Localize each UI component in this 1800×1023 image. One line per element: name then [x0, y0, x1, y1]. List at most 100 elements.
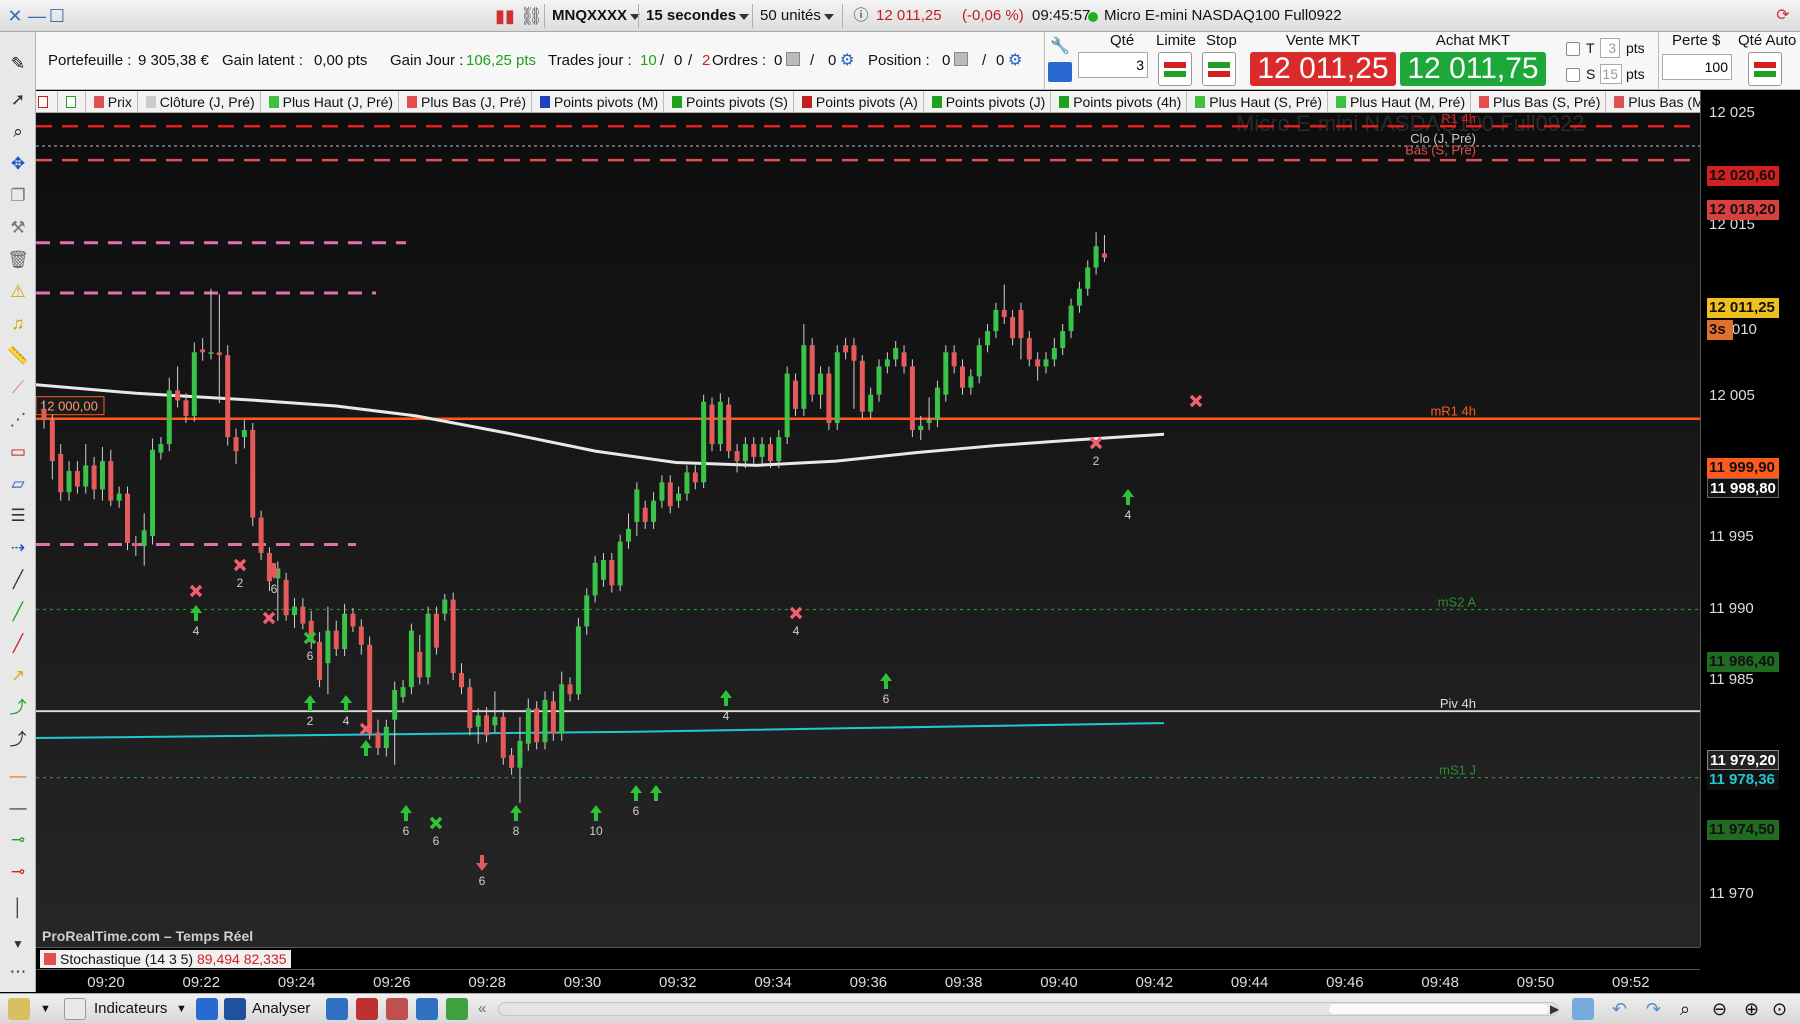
position-settings-icon[interactable]: ⚙ [1008, 50, 1022, 70]
stop-checkbox[interactable] [1566, 68, 1580, 82]
windows-icon[interactable] [416, 998, 438, 1020]
zoom-icon[interactable]: ⌕ [6, 120, 30, 144]
orange-arrow-icon[interactable]: ↗ [6, 664, 30, 688]
legend-item[interactable]: Plus Bas (M, [1610, 91, 1704, 112]
qty-input[interactable] [1078, 52, 1148, 78]
points-icon[interactable]: ⋰ [6, 408, 30, 432]
scroll-right-icon[interactable]: ▶ [1550, 998, 1559, 1020]
info-icon[interactable]: ⓘ [850, 5, 872, 27]
stochastic-panel[interactable]: Stochastique (14 3 5) 89,494 82,335 [36, 947, 1700, 969]
scroll-down-icon[interactable]: ▼ [6, 932, 30, 956]
legend-item[interactable]: Points pivots (A) [798, 91, 924, 112]
pen-menu-icon[interactable] [8, 998, 30, 1020]
chart-style-icon[interactable]: ▮▮ [494, 5, 516, 27]
arrows-icon[interactable]: ⇢ [6, 536, 30, 560]
analyze-button[interactable]: Analyser [252, 998, 310, 1020]
copy-icon[interactable]: ❐ [6, 184, 30, 208]
hline-icon[interactable]: — [6, 796, 30, 820]
table-icon[interactable] [386, 998, 408, 1020]
price-chart[interactable]: Micro E-mini NASDAQ100 Full0922 R1 4hClo… [36, 113, 1700, 947]
buy-market-button[interactable]: 12 011,75 [1400, 52, 1546, 86]
hline-orange-icon[interactable]: — [6, 764, 30, 788]
symbol-select[interactable]: MNQXXXX [546, 4, 645, 28]
refresh-icon[interactable]: ⟳ [1772, 5, 1794, 27]
legend-expand[interactable] [62, 91, 86, 112]
indicators-icon[interactable] [64, 998, 86, 1020]
legend-item[interactable]: Points pivots (S) [668, 91, 794, 112]
channel-icon[interactable]: ▱ [6, 472, 30, 496]
legend-item[interactable]: Points pivots (4h) [1055, 91, 1188, 112]
target-checkbox[interactable] [1566, 42, 1580, 56]
close-icon[interactable]: ✕ [4, 5, 26, 27]
green-hray-icon[interactable]: ⊸ [6, 828, 30, 852]
pencil-icon[interactable]: ✎ [6, 52, 30, 76]
time-axis[interactable]: 09:20 09:22 09:24 09:26 09:28 09:30 09:32 09:34… [36, 969, 1700, 993]
legend-collapse[interactable] [36, 91, 58, 112]
ruler-icon[interactable]: 📏 [6, 344, 30, 368]
share-icon[interactable] [196, 998, 218, 1020]
alert-icon[interactable]: ⚠ [6, 280, 30, 304]
red-hray-icon[interactable]: ⊸ [6, 860, 30, 884]
legend-item[interactable]: Clôture (J, Pré) [142, 91, 261, 112]
legend-item[interactable]: Plus Haut (S, Pré) [1191, 91, 1329, 112]
green-ray-icon[interactable]: ⤴ [6, 696, 30, 720]
orders-settings-icon[interactable]: ⚙ [840, 50, 854, 70]
green-line-icon[interactable]: ╱ [6, 600, 30, 624]
trash-icon[interactable]: 🗑 [6, 248, 30, 272]
stop-input[interactable] [1600, 64, 1622, 84]
auto-qty-button[interactable] [1748, 52, 1782, 86]
target-input[interactable] [1600, 38, 1620, 58]
bell-icon[interactable]: ♫ [6, 312, 30, 336]
red-line-icon[interactable]: ╱ [6, 632, 30, 656]
loss-input[interactable] [1662, 54, 1732, 80]
legend-item[interactable]: Plus Haut (M, Pré) [1332, 91, 1472, 112]
cancel-orders-icon[interactable] [786, 52, 800, 66]
zoom-fit-icon[interactable]: ⌕ [1680, 998, 1690, 1020]
undo-icon[interactable]: ↶ [1612, 998, 1627, 1020]
horizontal-scrollbar[interactable] [498, 1002, 1558, 1016]
limit-order-button[interactable] [1158, 52, 1192, 86]
scroll-thumb[interactable] [1329, 1004, 1549, 1014]
units-select[interactable]: 50 unités [754, 4, 839, 28]
close-position-icon[interactable] [954, 52, 968, 66]
price-axis[interactable]: 12 025 12 015 12 010 12 005 11 995 11 99… [1700, 91, 1800, 947]
legend-item[interactable]: Points pivots (J) [928, 91, 1052, 112]
legend-item[interactable]: Prix [90, 91, 138, 112]
zoom-in-icon[interactable]: ⊕ [1744, 998, 1759, 1020]
timeframe-select[interactable]: 15 secondes [640, 4, 754, 28]
line-icon[interactable]: ╱ [6, 568, 30, 592]
keyboard-icon[interactable] [1048, 62, 1072, 82]
text-icon[interactable]: ☰ [6, 504, 30, 528]
chevron-down-icon[interactable]: ▼ [176, 998, 187, 1020]
sync-icon[interactable] [1572, 998, 1594, 1020]
zoom-out-icon[interactable]: ⊖ [1712, 998, 1727, 1020]
ray-icon[interactable]: ⤴ [6, 728, 30, 752]
fib-icon[interactable]: ⟋ [6, 376, 30, 400]
analyze-icon[interactable] [224, 998, 246, 1020]
indicators-button[interactable]: Indicateurs [94, 998, 167, 1020]
scroll-left-icon[interactable]: « [478, 998, 486, 1020]
stochastic-label[interactable]: Stochastique (14 3 5) 89,494 82,335 [40, 950, 291, 968]
more-icon[interactable]: ⋯ [6, 960, 30, 984]
chevron-down-icon[interactable]: ▼ [40, 998, 51, 1020]
redo-icon[interactable]: ↷ [1646, 998, 1661, 1020]
cursor-icon[interactable]: ➚ [6, 88, 30, 112]
legend-item[interactable]: Points pivots (M) [536, 91, 665, 112]
sell-market-button[interactable]: 12 011,25 [1250, 52, 1396, 86]
vline-icon[interactable]: │ [6, 896, 30, 920]
link-icon[interactable]: ⛓ [520, 5, 543, 27]
tools-icon[interactable]: ⚒ [6, 216, 30, 240]
list-icon[interactable] [356, 998, 378, 1020]
checklist-icon[interactable] [446, 998, 468, 1020]
screen-icon[interactable] [326, 998, 348, 1020]
legend-item[interactable]: Plus Haut (J, Pré) [265, 91, 400, 112]
move-icon[interactable]: ✥ [6, 152, 30, 176]
zoom-reset-icon[interactable]: ⊙ [1772, 998, 1787, 1020]
maximize-icon[interactable]: ☐ [46, 5, 68, 27]
stop-order-button[interactable] [1202, 52, 1236, 86]
rectangle-icon[interactable]: ▭ [6, 440, 30, 464]
legend-item[interactable]: Plus Bas (S, Pré) [1475, 91, 1607, 112]
wrench-icon[interactable]: 🔧 [1050, 36, 1070, 56]
legend-item[interactable]: Plus Bas (J, Pré) [403, 91, 533, 112]
minimize-icon[interactable]: — [26, 5, 48, 27]
